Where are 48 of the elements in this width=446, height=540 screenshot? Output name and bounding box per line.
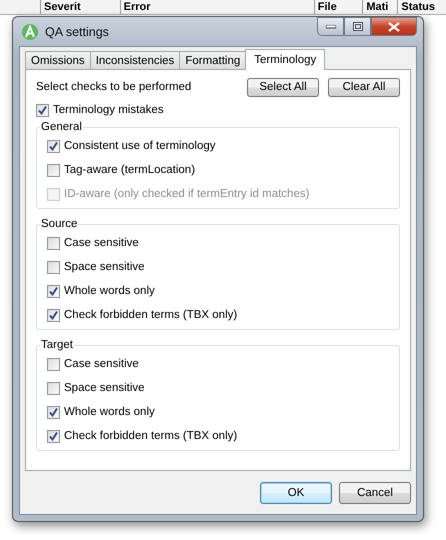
column-header[interactable]: Severit: [40, 0, 120, 14]
tab[interactable]: Inconsistencies: [90, 51, 180, 69]
checkbox[interactable]: [47, 382, 60, 394]
checkbox[interactable]: [47, 430, 60, 442]
checkbox[interactable]: [47, 260, 60, 274]
checkbox-label: Whole words only: [64, 285, 155, 297]
group-label: General: [40, 120, 83, 134]
app-logo-icon: [21, 22, 39, 40]
cancel-button[interactable]: Cancel: [339, 482, 411, 504]
checkbox-label: ID-aware (only checked if termEntry id matches): [64, 188, 310, 200]
checkbox[interactable]: [47, 358, 60, 370]
checkbox-label: Consistent use of terminology: [64, 140, 216, 152]
tab[interactable]: Terminology: [245, 49, 326, 70]
checkbox-label: Tag-aware (termLocation): [64, 164, 196, 176]
maximize-icon: [352, 22, 362, 31]
checkbox[interactable]: [47, 406, 60, 418]
tab[interactable]: Omissions: [25, 51, 91, 69]
minimize-icon: [326, 24, 336, 28]
checkbox-label: Case sensitive: [64, 237, 139, 249]
minimize-button[interactable]: [317, 17, 344, 36]
column-header[interactable]: Status: [397, 0, 446, 14]
column-header[interactable]: File: [314, 0, 362, 14]
checkbox[interactable]: [47, 164, 60, 176]
close-button[interactable]: [371, 17, 417, 36]
checkbox-label: Space sensitive: [64, 382, 145, 394]
checkbox-label: Whole words only: [64, 406, 155, 418]
checkbox-label: Space sensitive: [64, 261, 145, 273]
close-icon: [388, 22, 400, 32]
checkbox[interactable]: [36, 104, 49, 116]
clear-all-button[interactable]: Clear All: [328, 78, 400, 96]
group-label: Source: [40, 217, 78, 231]
checkbox-label: Check forbidden terms (TBX only): [64, 430, 238, 442]
checkbox[interactable]: [47, 284, 60, 298]
checkbox-label: Case sensitive: [64, 358, 139, 370]
group-label: Target: [40, 338, 74, 352]
column-header[interactable]: Mati: [362, 0, 398, 14]
column-header[interactable]: Error: [120, 0, 314, 14]
select-all-button[interactable]: Select All: [247, 78, 319, 96]
ok-button[interactable]: OK: [260, 482, 332, 504]
checkbox[interactable]: [47, 236, 60, 250]
checkbox[interactable]: [47, 140, 60, 152]
tab[interactable]: Formatting: [179, 51, 246, 69]
checkbox-label: Terminology mistakes: [53, 104, 164, 116]
instruction-text: Select checks to be performed: [36, 81, 192, 93]
maximize-button[interactable]: [344, 17, 371, 36]
window-title: QA settings: [45, 24, 110, 38]
checkbox-label: Check forbidden terms (TBX only): [64, 309, 238, 321]
checkbox[interactable]: [47, 308, 60, 322]
